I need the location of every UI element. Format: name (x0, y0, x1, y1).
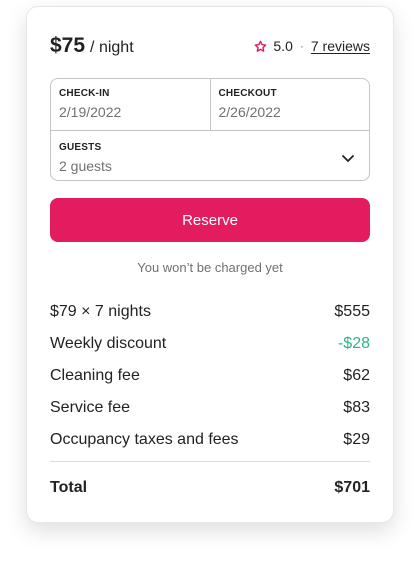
fee-row-service: Service fee $83 (50, 392, 370, 424)
fee-label: Cleaning fee (50, 367, 140, 384)
price-header: $75 / night 5.0 · 7 reviews (50, 33, 370, 59)
fee-label: Occupancy taxes and fees (50, 431, 239, 448)
fee-amount: -$28 (337, 335, 370, 352)
fee-label: $79 × 7 nights (50, 303, 151, 320)
checkin-value: 2/19/2022 (59, 104, 122, 120)
chevron-down-icon[interactable] (341, 151, 355, 162)
date-row: CHECK-IN 2/19/2022 CHECKOUT 2/26/2022 (51, 79, 369, 131)
fee-amount: $555 (334, 303, 370, 320)
reviews-link[interactable]: 7 reviews (311, 38, 370, 54)
checkin-label: CHECK-IN (59, 88, 110, 99)
fee-row-discount: Weekly discount -$28 (50, 328, 370, 360)
price-unit: / night (90, 39, 134, 56)
guests-value: 2 guests (59, 158, 112, 174)
fee-amount: $83 (343, 399, 370, 416)
fee-label: Service fee (50, 399, 131, 416)
fee-amount: $29 (343, 431, 370, 448)
booking-card: $75 / night 5.0 · 7 reviews CHECK-IN 2/1… (26, 6, 394, 523)
charge-note: You won’t be charged yet (137, 260, 283, 275)
fee-row-nights: $79 × 7 nights $555 (50, 296, 370, 328)
checkin-field[interactable]: CHECK-IN 2/19/2022 (51, 79, 210, 130)
price-amount: $75 (50, 34, 86, 57)
total-amount: $701 (334, 479, 370, 496)
checkout-label: CHECKOUT (218, 88, 277, 99)
rating-summary: 5.0 · 7 reviews (254, 38, 370, 54)
fee-row-cleaning: Cleaning fee $62 (50, 360, 370, 392)
fee-label: Weekly discount (50, 335, 167, 352)
date-guest-picker: CHECK-IN 2/19/2022 CHECKOUT 2/26/2022 GU… (50, 78, 370, 181)
divider (50, 461, 370, 462)
nightly-price: $75 / night (50, 34, 134, 58)
checkout-field[interactable]: CHECKOUT 2/26/2022 (209, 79, 370, 130)
checkout-value: 2/26/2022 (218, 104, 281, 120)
fee-amount: $62 (343, 367, 370, 384)
total-label: Total (50, 479, 88, 496)
fee-breakdown: $79 × 7 nights $555 Weekly discount -$28… (50, 296, 370, 456)
rating-value: 5.0 (273, 38, 293, 54)
guests-label: GUESTS (59, 142, 102, 153)
total-row: Total $701 (50, 479, 370, 497)
reserve-button[interactable]: Reserve (50, 198, 370, 242)
star-icon (254, 40, 267, 53)
guests-dropdown[interactable]: GUESTS 2 guests (51, 131, 369, 180)
rating-separator: · (299, 39, 304, 53)
fee-row-taxes: Occupancy taxes and fees $29 (50, 424, 370, 456)
